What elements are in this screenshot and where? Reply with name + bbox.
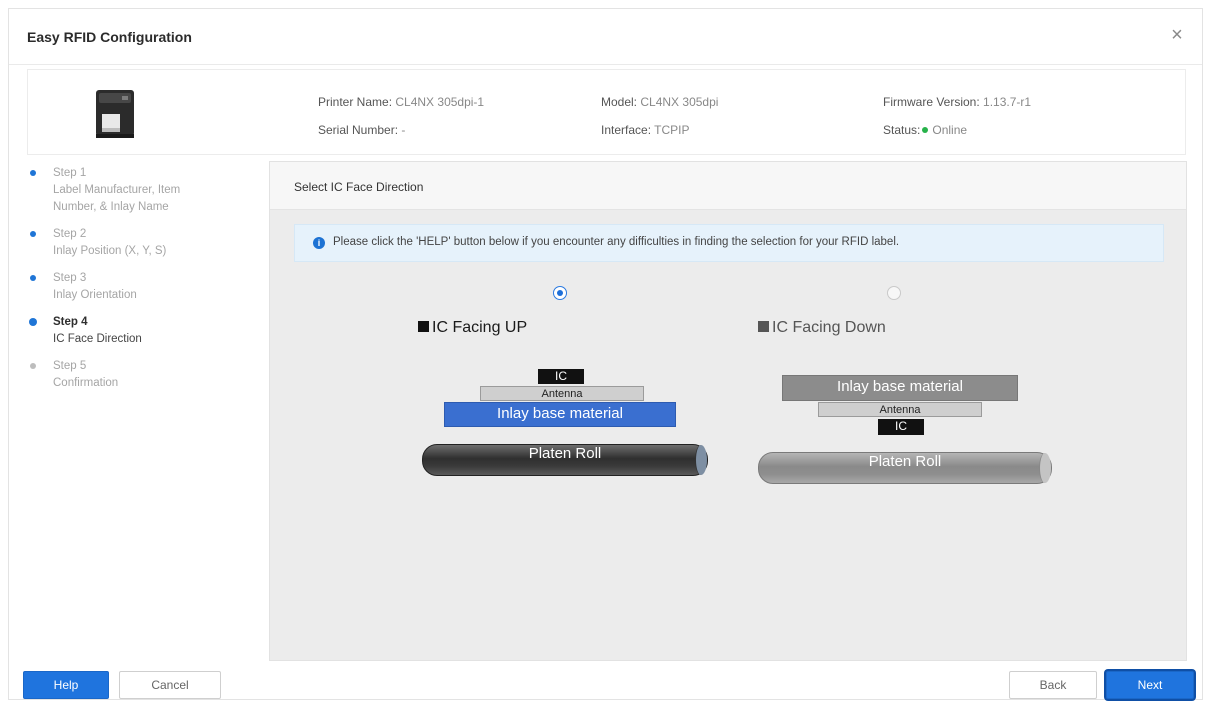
serial-number-value: - <box>401 123 406 137</box>
step-bullet-icon <box>30 363 36 369</box>
roll-cap-icon <box>695 445 707 475</box>
printer-name-label: Printer Name: <box>318 95 393 109</box>
step-bullet-icon <box>29 318 37 326</box>
step-description: Inlay Orientation <box>53 289 137 301</box>
platen-roll-up-label: Platen Roll <box>528 445 602 462</box>
ic-facing-up-title: IC Facing UP <box>418 319 527 337</box>
info-icon: i <box>313 237 325 249</box>
footer-bar: Help Cancel Back Next <box>9 669 1202 701</box>
square-bullet-icon <box>418 321 429 332</box>
ic-down-box: IC <box>878 419 924 435</box>
notice-text: Please click the 'HELP' button below if … <box>333 236 900 248</box>
ic-facing-up-label: IC Facing UP <box>432 319 528 336</box>
step-description: Label Manufacturer, Item Number, & Inlay… <box>53 184 181 213</box>
serial-number-label: Serial Number: <box>318 123 399 137</box>
platen-roll-up: Platen Roll <box>422 444 708 476</box>
content-title: Select IC Face Direction <box>294 180 424 194</box>
firmware-label: Firmware Version: <box>883 95 980 109</box>
step-description: IC Face Direction <box>53 333 142 345</box>
status-value: Online <box>932 123 968 137</box>
ic-facing-down-label: IC Facing Down <box>772 319 886 336</box>
printer-icon <box>96 90 134 138</box>
model-label: Model: <box>601 95 638 109</box>
ic-facing-down-title: IC Facing Down <box>758 319 886 337</box>
status-label: Status: <box>883 123 921 137</box>
step-title: Step 1 <box>53 167 87 179</box>
interface-value: TCPIP <box>654 123 690 137</box>
antenna-down-box: Antenna <box>818 402 982 417</box>
content-header: Select IC Face Direction <box>270 162 1186 210</box>
step-title: Step 3 <box>53 272 87 284</box>
inlay-up-box: Inlay base material <box>444 402 676 427</box>
step-4: Step 4 IC Face Direction <box>27 314 257 348</box>
close-icon[interactable]: × <box>1166 24 1188 46</box>
step-title: Step 2 <box>53 228 87 240</box>
firmware-value: 1.13.7-r1 <box>983 95 1032 109</box>
dialog-title: Easy RFID Configuration <box>27 29 192 45</box>
step-description: Confirmation <box>53 377 119 389</box>
step-1: Step 1 Label Manufacturer, Item Number, … <box>27 165 257 216</box>
step-5: Step 5 Confirmation <box>27 358 257 392</box>
content-panel: Select IC Face Direction i Please click … <box>269 161 1187 661</box>
roll-cap-icon <box>1039 453 1051 483</box>
model-value: CL4NX 305dpi <box>640 95 719 109</box>
next-button[interactable]: Next <box>1106 671 1194 699</box>
info-col-1: Printer Name: CL4NX 305dpi-1 Serial Numb… <box>318 88 484 144</box>
wizard-steps: Step 1 Label Manufacturer, Item Number, … <box>27 165 257 402</box>
info-col-3: Firmware Version: 1.13.7-r1 Status: Onlin… <box>883 88 1031 144</box>
interface-label: Interface: <box>601 123 652 137</box>
back-button[interactable]: Back <box>1009 671 1097 699</box>
step-3: Step 3 Inlay Orientation <box>27 270 257 304</box>
square-bullet-icon <box>758 321 769 332</box>
easy-rfid-dialog: Easy RFID Configuration × Printer Name: … <box>8 8 1203 700</box>
help-button[interactable]: Help <box>23 671 109 699</box>
title-bar: Easy RFID Configuration × <box>9 9 1202 65</box>
step-description: Inlay Position (X, Y, S) <box>53 245 167 257</box>
step-bullet-icon <box>30 231 36 237</box>
printer-info-panel: Printer Name: CL4NX 305dpi-1 Serial Numb… <box>27 69 1186 155</box>
cancel-button[interactable]: Cancel <box>119 671 221 699</box>
status-dot-icon <box>922 127 929 134</box>
platen-roll-down: Platen Roll <box>758 452 1052 484</box>
ic-facing-down-radio[interactable] <box>887 286 901 300</box>
step-title: Step 4 <box>53 316 88 328</box>
info-col-2: Model: CL4NX 305dpi Interface: TCPIP <box>601 88 718 144</box>
step-2: Step 2 Inlay Position (X, Y, S) <box>27 226 257 260</box>
help-notice: i Please click the 'HELP' button below i… <box>294 224 1164 262</box>
step-bullet-icon <box>30 170 36 176</box>
ic-up-box: IC <box>538 369 584 384</box>
inlay-down-box: Inlay base material <box>782 375 1018 401</box>
step-title: Step 5 <box>53 360 87 372</box>
step-bullet-icon <box>30 275 36 281</box>
platen-roll-down-label: Platen Roll <box>868 453 942 470</box>
antenna-up-box: Antenna <box>480 386 644 401</box>
printer-name-value: CL4NX 305dpi-1 <box>395 95 485 109</box>
ic-facing-up-radio[interactable] <box>553 286 567 300</box>
